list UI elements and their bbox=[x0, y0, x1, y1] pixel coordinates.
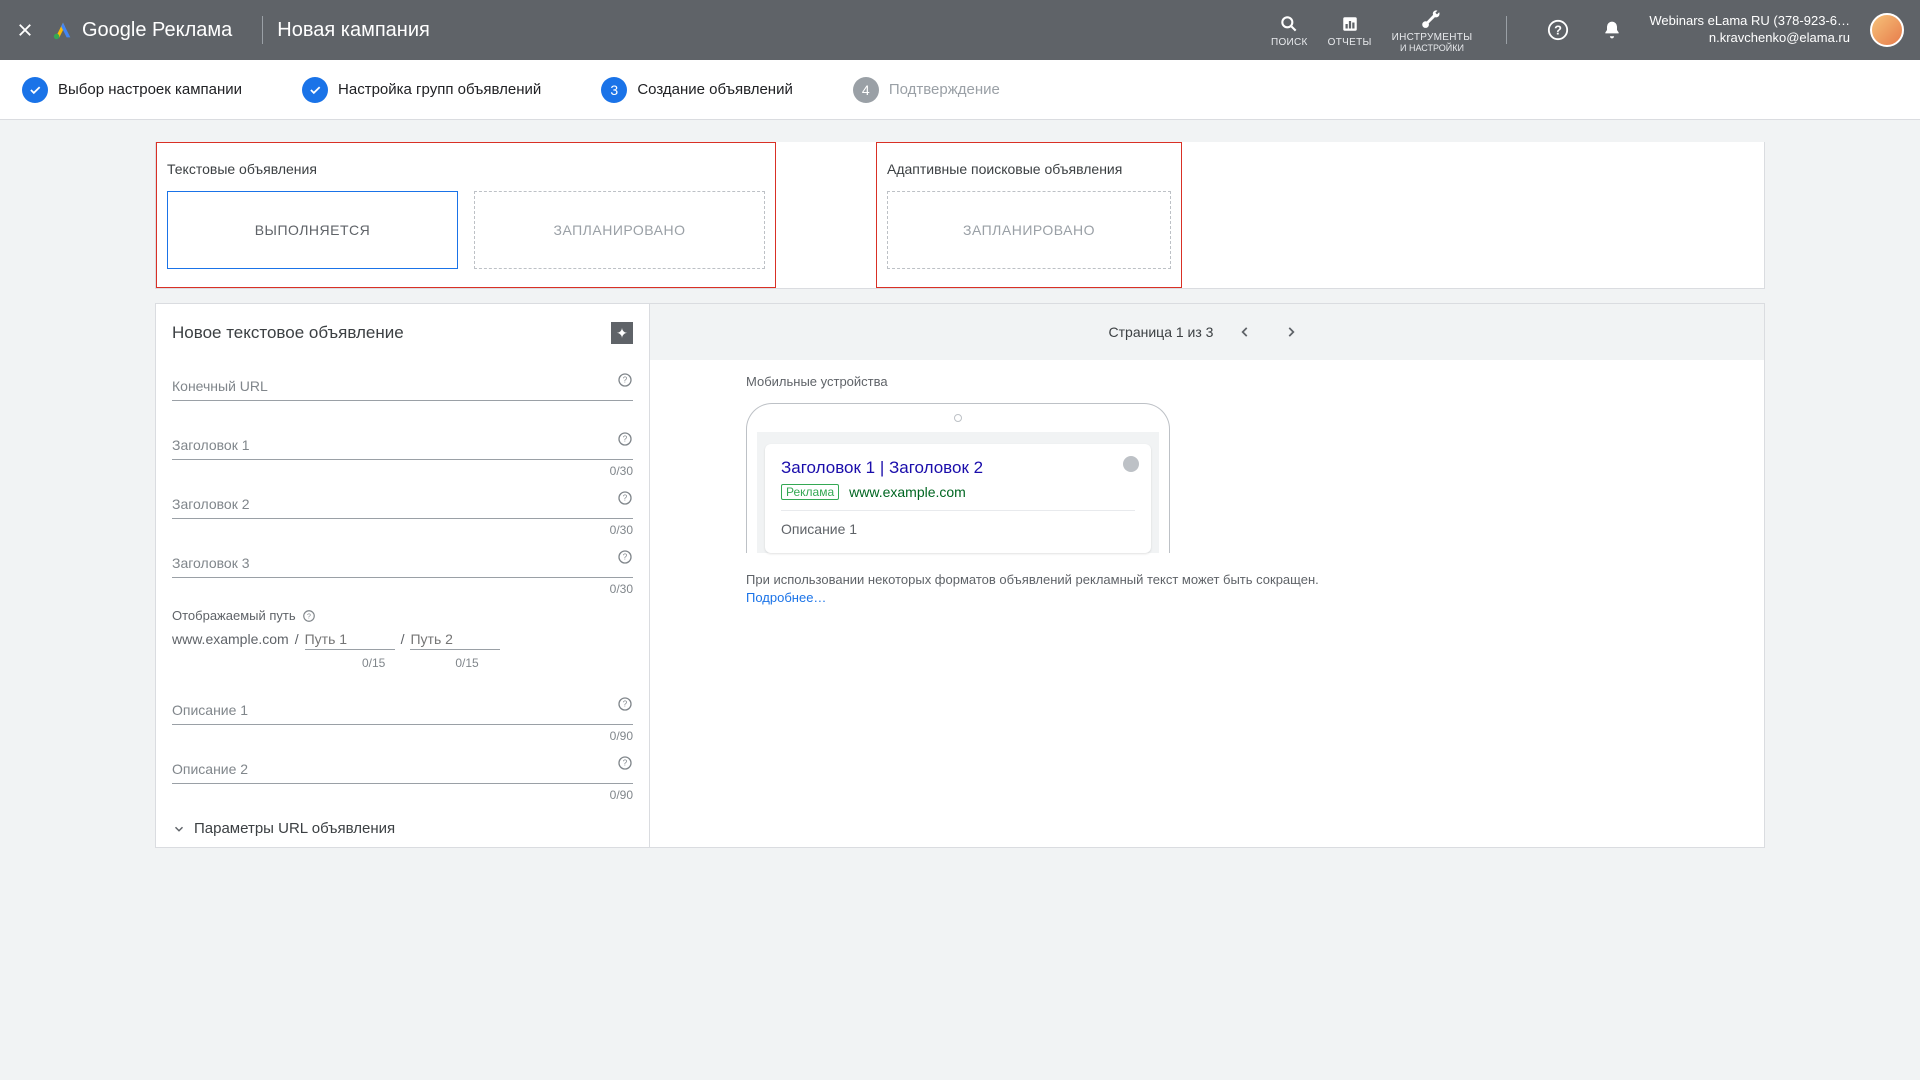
bar-chart-icon bbox=[1339, 13, 1361, 35]
page-title: Новая кампания bbox=[277, 19, 430, 42]
check-icon bbox=[302, 77, 328, 103]
preview-device-label: Мобильные устройства bbox=[746, 374, 1668, 389]
chevron-down-icon bbox=[172, 822, 186, 836]
phone-mockup: Заголовок 1 | Заголовок 2 Реклама www.ex… bbox=[746, 403, 1170, 553]
product-name: Google Реклама bbox=[82, 19, 232, 42]
editor-row: Новое текстовое объявление ✦ ? ? 0/30 ? … bbox=[155, 303, 1765, 848]
text-ads-title: Текстовые объявления bbox=[167, 161, 765, 177]
notifications-button[interactable] bbox=[1595, 13, 1629, 47]
svg-text:?: ? bbox=[307, 613, 311, 620]
path2-input[interactable] bbox=[410, 629, 500, 650]
ad-description: Описание 1 bbox=[781, 510, 1135, 537]
svg-text:?: ? bbox=[1554, 23, 1562, 38]
step-confirmation[interactable]: 4 Подтверждение bbox=[853, 77, 1000, 103]
ad-editor-panel: Новое текстовое объявление ✦ ? ? 0/30 ? … bbox=[155, 303, 650, 848]
headline1-field: ? 0/30 bbox=[172, 431, 633, 460]
phone-camera-icon bbox=[954, 414, 962, 422]
text-ads-group: Текстовые объявления ВЫПОЛНЯЕТСЯ ЗАПЛАНИ… bbox=[156, 142, 776, 288]
headline3-field: ? 0/30 bbox=[172, 549, 633, 578]
search-icon bbox=[1278, 13, 1300, 35]
reports-tool[interactable]: ОТЧЕТЫ bbox=[1328, 13, 1372, 48]
counter: 0/30 bbox=[610, 523, 633, 537]
final-url-field: ? bbox=[172, 372, 633, 401]
counter: 0/15 bbox=[455, 656, 478, 670]
svg-text:?: ? bbox=[623, 759, 628, 768]
headline1-input[interactable] bbox=[172, 431, 633, 460]
avatar[interactable] bbox=[1870, 13, 1904, 47]
path1-input[interactable] bbox=[305, 629, 395, 650]
pager-next-button[interactable] bbox=[1277, 318, 1305, 346]
ad-preview-panel: Страница 1 из 3 Мобильные устройства Заг… bbox=[650, 303, 1765, 848]
headline3-input[interactable] bbox=[172, 549, 633, 578]
help-icon: ? bbox=[1547, 19, 1569, 41]
svg-text:?: ? bbox=[623, 376, 628, 385]
responsive-title: Адаптивные поисковые объявления bbox=[887, 161, 1171, 177]
svg-text:?: ? bbox=[623, 700, 628, 709]
pager-text: Страница 1 из 3 bbox=[1109, 324, 1214, 340]
svg-text:?: ? bbox=[623, 494, 628, 503]
learn-more-link[interactable]: Подробнее… bbox=[746, 590, 826, 605]
chip-planned-responsive[interactable]: ЗАПЛАНИРОВАНО bbox=[887, 191, 1171, 269]
help-icon[interactable]: ? bbox=[617, 490, 633, 506]
divider bbox=[262, 16, 263, 44]
svg-text:?: ? bbox=[623, 553, 628, 562]
svg-text:?: ? bbox=[623, 435, 628, 444]
counter: 0/90 bbox=[610, 788, 633, 802]
counter: 0/90 bbox=[610, 729, 633, 743]
description2-input[interactable] bbox=[172, 755, 633, 784]
step-create-ads[interactable]: 3 Создание объявлений bbox=[601, 77, 793, 103]
pager-prev-button[interactable] bbox=[1231, 318, 1259, 346]
description1-input[interactable] bbox=[172, 696, 633, 725]
counter: 0/30 bbox=[610, 582, 633, 596]
close-icon[interactable] bbox=[16, 21, 34, 39]
ad-badge: Реклама bbox=[781, 484, 839, 500]
final-url-input[interactable] bbox=[172, 372, 633, 401]
display-path-row: Отображаемый путь ? www.example.com / / … bbox=[172, 608, 633, 670]
ad-headline: Заголовок 1 | Заголовок 2 bbox=[781, 458, 1135, 478]
display-path-label: Отображаемый путь bbox=[172, 608, 296, 623]
ad-display-url: www.example.com bbox=[849, 484, 966, 500]
url-params-toggle[interactable]: Параметры URL объявления bbox=[172, 820, 633, 837]
editor-title: Новое текстовое объявление bbox=[172, 323, 404, 343]
help-icon[interactable]: ? bbox=[617, 755, 633, 771]
google-ads-logo: Google Реклама bbox=[52, 19, 232, 42]
ideas-icon[interactable]: ✦ bbox=[611, 322, 633, 344]
chip-running[interactable]: ВЫПОЛНЯЕТСЯ bbox=[167, 191, 458, 269]
display-base-url: www.example.com bbox=[172, 631, 289, 647]
counter: 0/30 bbox=[610, 464, 633, 478]
check-icon bbox=[22, 77, 48, 103]
step-ad-groups[interactable]: Настройка групп объявлений bbox=[302, 77, 541, 103]
ad-type-card: Текстовые объявления ВЫПОЛНЯЕТСЯ ЗАПЛАНИ… bbox=[155, 142, 1765, 289]
info-icon[interactable] bbox=[1123, 456, 1139, 472]
preview-pager: Страница 1 из 3 bbox=[650, 304, 1764, 360]
headline2-input[interactable] bbox=[172, 490, 633, 519]
divider bbox=[1506, 16, 1507, 44]
description1-field: ? 0/90 bbox=[172, 696, 633, 725]
help-icon[interactable]: ? bbox=[617, 372, 633, 388]
bell-icon bbox=[1602, 20, 1622, 40]
account-info[interactable]: Webinars eLama RU (378-923-6… n.kravchen… bbox=[1649, 13, 1850, 47]
help-icon[interactable]: ? bbox=[617, 696, 633, 712]
help-button[interactable]: ? bbox=[1541, 13, 1575, 47]
wrench-icon bbox=[1421, 8, 1443, 30]
preview-note: При использовании некоторых форматов объ… bbox=[746, 571, 1668, 607]
chip-planned[interactable]: ЗАПЛАНИРОВАНО bbox=[474, 191, 765, 269]
settings-tool[interactable]: ИНСТРУМЕНТЫ И НАСТРОЙКИ bbox=[1392, 8, 1473, 53]
help-icon[interactable]: ? bbox=[617, 431, 633, 447]
counter: 0/15 bbox=[362, 656, 385, 670]
ad-preview-card: Заголовок 1 | Заголовок 2 Реклама www.ex… bbox=[765, 444, 1151, 553]
responsive-search-ads-group: Адаптивные поисковые объявления ЗАПЛАНИР… bbox=[876, 142, 1182, 288]
help-icon[interactable]: ? bbox=[617, 549, 633, 565]
campaign-stepper: Выбор настроек кампании Настройка групп … bbox=[0, 60, 1920, 120]
search-tool[interactable]: ПОИСК bbox=[1271, 13, 1308, 48]
app-header: Google Реклама Новая кампания ПОИСК ОТЧЕ… bbox=[0, 0, 1920, 60]
step-campaign-settings[interactable]: Выбор настроек кампании bbox=[22, 77, 242, 103]
header-tools: ПОИСК ОТЧЕТЫ ИНСТРУМЕНТЫ И НАСТРОЙКИ ? W… bbox=[1271, 8, 1904, 53]
headline2-field: ? 0/30 bbox=[172, 490, 633, 519]
content-area: Текстовые объявления ВЫПОЛНЯЕТСЯ ЗАПЛАНИ… bbox=[0, 120, 1920, 848]
description2-field: ? 0/90 bbox=[172, 755, 633, 784]
help-icon[interactable]: ? bbox=[302, 609, 316, 623]
